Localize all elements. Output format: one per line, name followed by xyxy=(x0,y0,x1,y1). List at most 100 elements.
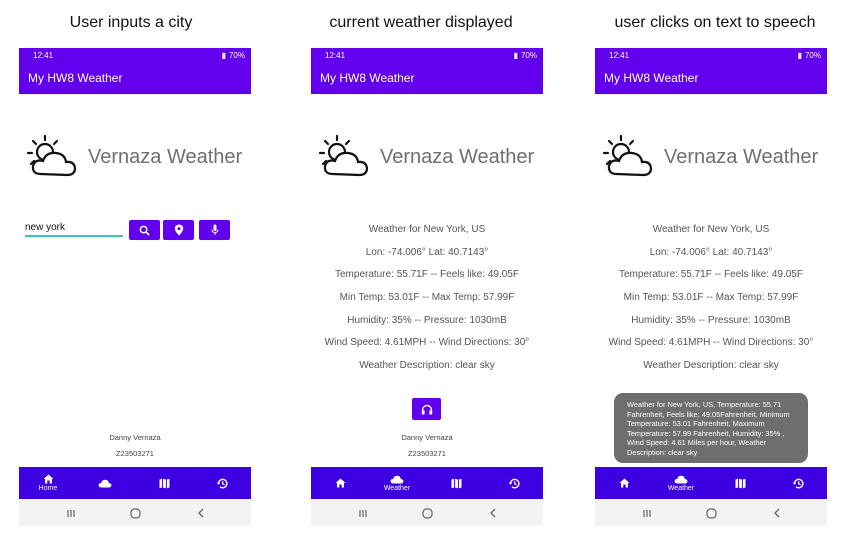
partly-cloudy-icon xyxy=(602,134,653,177)
system-navigation-bar xyxy=(311,499,543,526)
author-name: Danny Vernaza xyxy=(401,433,453,442)
status-bar: 12:41 ▮ 70% xyxy=(311,48,543,62)
recents-button[interactable] xyxy=(632,504,662,522)
nav-weather-label: Weather xyxy=(667,484,695,492)
partly-cloudy-icon xyxy=(318,134,369,177)
back-button[interactable] xyxy=(478,504,508,522)
city-input[interactable] xyxy=(25,220,123,237)
phone-screen-input: 12:41 ▮ 70% My HW8 Weather Vernaza Weath… xyxy=(19,48,251,526)
nav-map[interactable] xyxy=(717,467,763,499)
nav-weather[interactable] xyxy=(82,467,128,499)
app-title: My HW8 Weather xyxy=(604,71,699,85)
nav-weather-label: Weather xyxy=(383,484,411,492)
weather-info: Weather for New York, US Lon: -74.006° L… xyxy=(595,224,827,383)
nav-map[interactable] xyxy=(433,467,479,499)
back-button[interactable] xyxy=(762,504,792,522)
history-icon xyxy=(216,478,228,488)
weather-coordinates: Lon: -74.006° Lat: 40.7143° xyxy=(365,246,489,258)
history-icon xyxy=(792,478,804,488)
status-icons: ▮ 70% xyxy=(222,51,245,60)
home-circle-icon xyxy=(421,507,433,519)
history-icon xyxy=(508,478,520,488)
nav-weather[interactable]: Weather xyxy=(374,467,420,499)
app-bar: My HW8 Weather xyxy=(311,62,543,94)
nav-home[interactable] xyxy=(317,467,363,499)
app-title: My HW8 Weather xyxy=(28,71,123,85)
weather-location: Weather for New York, US xyxy=(652,224,770,235)
nav-home-label: Home xyxy=(38,485,58,492)
battery-level: 70% xyxy=(804,50,821,60)
mic-icon xyxy=(211,224,218,235)
weather-wind: Wind Speed: 4.61MPH -- Wind Directions: … xyxy=(608,337,814,349)
home-circle-icon xyxy=(129,507,141,519)
weather-temperature: Temperature: 55.71F -- Feels like: 49.05… xyxy=(335,269,519,281)
app-bar: My HW8 Weather xyxy=(19,62,251,94)
author-name: Danny Vernaza xyxy=(109,433,161,442)
battery-level: 70% xyxy=(228,50,245,60)
app-logo: Vernaza Weather xyxy=(23,132,251,182)
nav-home[interactable]: Home xyxy=(25,467,71,499)
author-id: Z23503271 xyxy=(408,449,446,458)
map-icon xyxy=(159,478,169,488)
app-logo: Vernaza Weather xyxy=(315,132,543,182)
nav-history[interactable] xyxy=(199,467,245,499)
recents-icon xyxy=(67,509,75,517)
home-system-button[interactable] xyxy=(412,504,442,522)
search-row xyxy=(25,220,247,242)
voice-input-button[interactable] xyxy=(199,220,230,240)
app-bar: My HW8 Weather xyxy=(595,62,827,94)
signal-icon: ▮ xyxy=(513,50,518,60)
battery-level: 70% xyxy=(520,50,537,60)
speech-toast: Weather for New York, US, Temperature: 5… xyxy=(614,393,808,463)
bottom-navigation: Weather xyxy=(595,467,827,499)
text-to-speech-button[interactable] xyxy=(412,398,441,420)
app-title: My HW8 Weather xyxy=(320,71,415,85)
caption-step-2: current weather displayed xyxy=(329,14,513,31)
search-icon xyxy=(139,225,150,236)
chevron-left-icon xyxy=(490,508,496,518)
status-icons: ▮ 70% xyxy=(798,51,821,60)
back-button[interactable] xyxy=(186,504,216,522)
caption-step-3: user clicks on text to speech xyxy=(614,14,816,31)
system-navigation-bar xyxy=(19,499,251,526)
nav-history[interactable] xyxy=(775,467,821,499)
home-circle-icon xyxy=(705,507,717,519)
search-button[interactable] xyxy=(129,220,160,240)
location-pin-icon xyxy=(174,224,183,236)
weather-coordinates: Lon: -74.006° Lat: 40.7143° xyxy=(649,246,773,258)
weather-description: Weather Description: clear sky xyxy=(359,360,495,372)
home-icon xyxy=(335,478,345,488)
partly-cloudy-icon xyxy=(26,134,77,177)
weather-location: Weather for New York, US xyxy=(368,224,486,235)
weather-min-max: Min Temp: 53.01F -- Max Temp: 57.99F xyxy=(339,292,515,304)
status-icons: ▮ 70% xyxy=(514,51,537,60)
caption-step-1: User inputs a city xyxy=(69,14,193,31)
recents-button[interactable] xyxy=(56,504,86,522)
phone-screen-speech: 12:41 ▮ 70% My HW8 Weather Vernaza Weath… xyxy=(595,48,827,526)
recents-icon xyxy=(359,509,367,517)
weather-temperature: Temperature: 55.71F -- Feels like: 49.05… xyxy=(619,269,803,281)
nav-weather[interactable]: Weather xyxy=(658,467,704,499)
status-time: 12:41 xyxy=(33,50,54,60)
author-id: Z23503271 xyxy=(116,449,154,458)
nav-history[interactable] xyxy=(491,467,537,499)
app-logo-text: Vernaza Weather xyxy=(664,145,819,168)
home-system-button[interactable] xyxy=(696,504,726,522)
app-logo-text: Vernaza Weather xyxy=(380,145,535,168)
chevron-left-icon xyxy=(198,508,204,518)
cloud-icon xyxy=(98,479,112,487)
nav-home[interactable] xyxy=(601,467,647,499)
home-system-button[interactable] xyxy=(120,504,150,522)
app-logo-text: Vernaza Weather xyxy=(88,145,243,168)
chevron-left-icon xyxy=(774,508,780,518)
bottom-navigation: Weather xyxy=(311,467,543,499)
recents-button[interactable] xyxy=(348,504,378,522)
weather-info: Weather for New York, US Lon: -74.006° L… xyxy=(311,224,543,383)
status-time: 12:41 xyxy=(325,50,346,60)
signal-icon: ▮ xyxy=(797,50,802,60)
status-bar: 12:41 ▮ 70% xyxy=(595,48,827,62)
home-icon xyxy=(43,474,53,484)
cloud-icon xyxy=(390,475,404,483)
location-button[interactable] xyxy=(163,220,194,240)
nav-map[interactable] xyxy=(141,467,187,499)
